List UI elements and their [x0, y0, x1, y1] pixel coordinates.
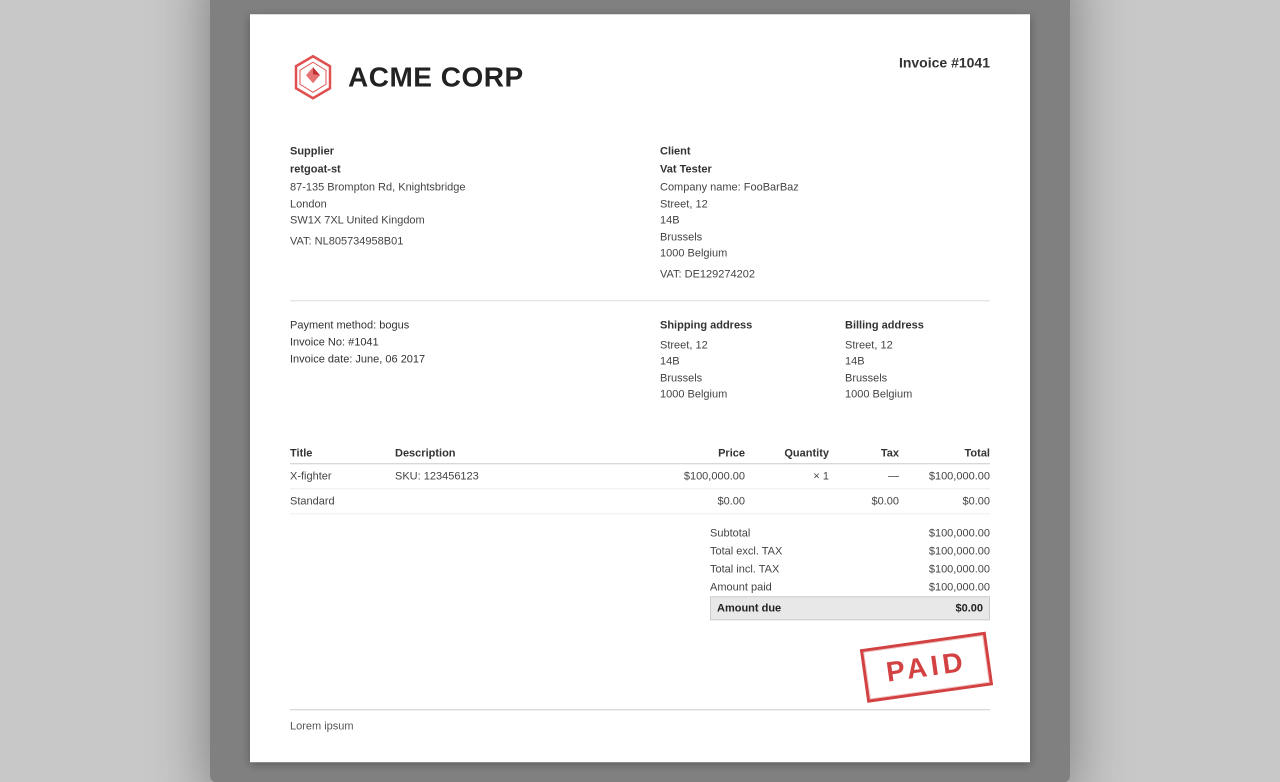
item-quantity — [745, 488, 829, 513]
items-table: Title Description Price Quantity Tax Tot… — [290, 443, 990, 514]
item-title: X-fighter — [290, 463, 395, 488]
shipping-label: Shipping address — [660, 319, 805, 331]
col-header-description: Description — [395, 443, 640, 464]
invoice-number: Invoice #1041 — [899, 54, 990, 70]
item-title: Standard — [290, 488, 395, 513]
item-tax: $0.00 — [829, 488, 899, 513]
incl-tax-value: $100,000.00 — [929, 563, 990, 575]
divider-1 — [290, 300, 990, 301]
supplier-name: retgoat-st — [290, 163, 620, 175]
client-address-1: Street, 12 — [660, 196, 990, 213]
col-header-title: Title — [290, 443, 395, 464]
amount-paid-label: Amount paid — [710, 581, 772, 593]
shipping-line1: Street, 12 — [660, 337, 805, 354]
supplier-address-1: 87-135 Brompton Rd, Knightsbridge — [290, 179, 620, 196]
payment-method: Payment method: bogus — [290, 319, 620, 331]
client-label: Client — [660, 145, 990, 157]
item-description — [395, 488, 640, 513]
supplier-address-3: SW1X 7XL United Kingdom — [290, 212, 620, 229]
client-company: Company name: FooBarBaz — [660, 179, 990, 196]
billing-line1: Street, 12 — [845, 337, 990, 354]
client-section: Client Vat Tester Company name: FooBarBa… — [660, 145, 990, 280]
excl-tax-row: Total excl. TAX $100,000.00 — [710, 542, 990, 560]
amount-due-row: Amount due $0.00 — [710, 596, 990, 620]
item-price: $0.00 — [640, 488, 745, 513]
item-total: $0.00 — [899, 488, 990, 513]
client-vat: VAT: DE129274202 — [660, 268, 990, 280]
client-name: Vat Tester — [660, 163, 990, 175]
col-header-price: Price — [640, 443, 745, 464]
supplier-vat: VAT: NL805734958B01 — [290, 235, 620, 247]
billing-line3: Brussels — [845, 370, 990, 387]
item-price: $100,000.00 — [640, 463, 745, 488]
item-tax: — — [829, 463, 899, 488]
supplier-client-section: Supplier retgoat-st 87-135 Brompton Rd, … — [290, 145, 990, 280]
invoice-header: ACME CORP Invoice #1041 — [290, 54, 990, 115]
client-address-3: Brussels — [660, 229, 990, 246]
invoice-date: Invoice date: June, 06 2017 — [290, 353, 620, 365]
invoice-page: ACME CORP Invoice #1041 Supplier retgoat… — [250, 14, 1030, 762]
subtotal-label: Subtotal — [710, 527, 750, 539]
footer-text: Lorem ipsum — [290, 720, 990, 732]
table-row: X-fighter SKU: 123456123 $100,000.00 × 1… — [290, 463, 990, 488]
billing-line4: 1000 Belgium — [845, 386, 990, 403]
supplier-section: Supplier retgoat-st 87-135 Brompton Rd, … — [290, 145, 620, 280]
addr-section: Shipping address Street, 12 14B Brussels… — [660, 319, 990, 403]
shipping-line4: 1000 Belgium — [660, 386, 805, 403]
col-header-tax: Tax — [829, 443, 899, 464]
amount-paid-value: $100,000.00 — [929, 581, 990, 593]
shipping-line2: 14B — [660, 353, 805, 370]
shipping-line3: Brussels — [660, 370, 805, 387]
item-description: SKU: 123456123 — [395, 463, 640, 488]
payment-section: Payment method: bogus Invoice No: #1041 … — [290, 319, 620, 423]
col-header-quantity: Quantity — [745, 443, 829, 464]
amount-paid-row: Amount paid $100,000.00 — [710, 578, 990, 596]
paid-stamp-area: PAID — [290, 640, 990, 694]
excl-tax-value: $100,000.00 — [929, 545, 990, 557]
billing-line2: 14B — [845, 353, 990, 370]
pdf-viewer: ACME CORP Invoice #1041 Supplier retgoat… — [210, 0, 1070, 782]
amount-due-label: Amount due — [717, 602, 781, 614]
addresses-section: Shipping address Street, 12 14B Brussels… — [660, 319, 990, 423]
payment-shipping-section: Payment method: bogus Invoice No: #1041 … — [290, 319, 990, 423]
invoice-no: Invoice No: #1041 — [290, 336, 620, 348]
item-total: $100,000.00 — [899, 463, 990, 488]
billing-col: Billing address Street, 12 14B Brussels … — [845, 319, 990, 403]
col-header-total: Total — [899, 443, 990, 464]
incl-tax-label: Total incl. TAX — [710, 563, 779, 575]
footer-divider — [290, 709, 990, 710]
shipping-col: Shipping address Street, 12 14B Brussels… — [660, 319, 805, 403]
client-address-4: 1000 Belgium — [660, 245, 990, 262]
subtotal-row: Subtotal $100,000.00 — [710, 524, 990, 542]
supplier-address-2: London — [290, 196, 620, 213]
paid-stamp: PAID — [860, 631, 993, 702]
company-logo-icon — [290, 54, 336, 100]
logo-area: ACME CORP — [290, 54, 524, 100]
incl-tax-row: Total incl. TAX $100,000.00 — [710, 560, 990, 578]
totals-section: Subtotal $100,000.00 Total excl. TAX $10… — [290, 524, 990, 620]
table-row: Standard $0.00 $0.00 $0.00 — [290, 488, 990, 513]
app-window: retgoat-st.myshopify.com-#1041-2.pdf (1 … — [210, 0, 1070, 782]
company-name: ACME CORP — [348, 61, 524, 93]
excl-tax-label: Total excl. TAX — [710, 545, 782, 557]
billing-label: Billing address — [845, 319, 990, 331]
supplier-label: Supplier — [290, 145, 620, 157]
totals-table: Subtotal $100,000.00 Total excl. TAX $10… — [710, 524, 990, 620]
client-address-2: 14B — [660, 212, 990, 229]
amount-due-value: $0.00 — [955, 602, 983, 614]
item-quantity: × 1 — [745, 463, 829, 488]
subtotal-value: $100,000.00 — [929, 527, 990, 539]
